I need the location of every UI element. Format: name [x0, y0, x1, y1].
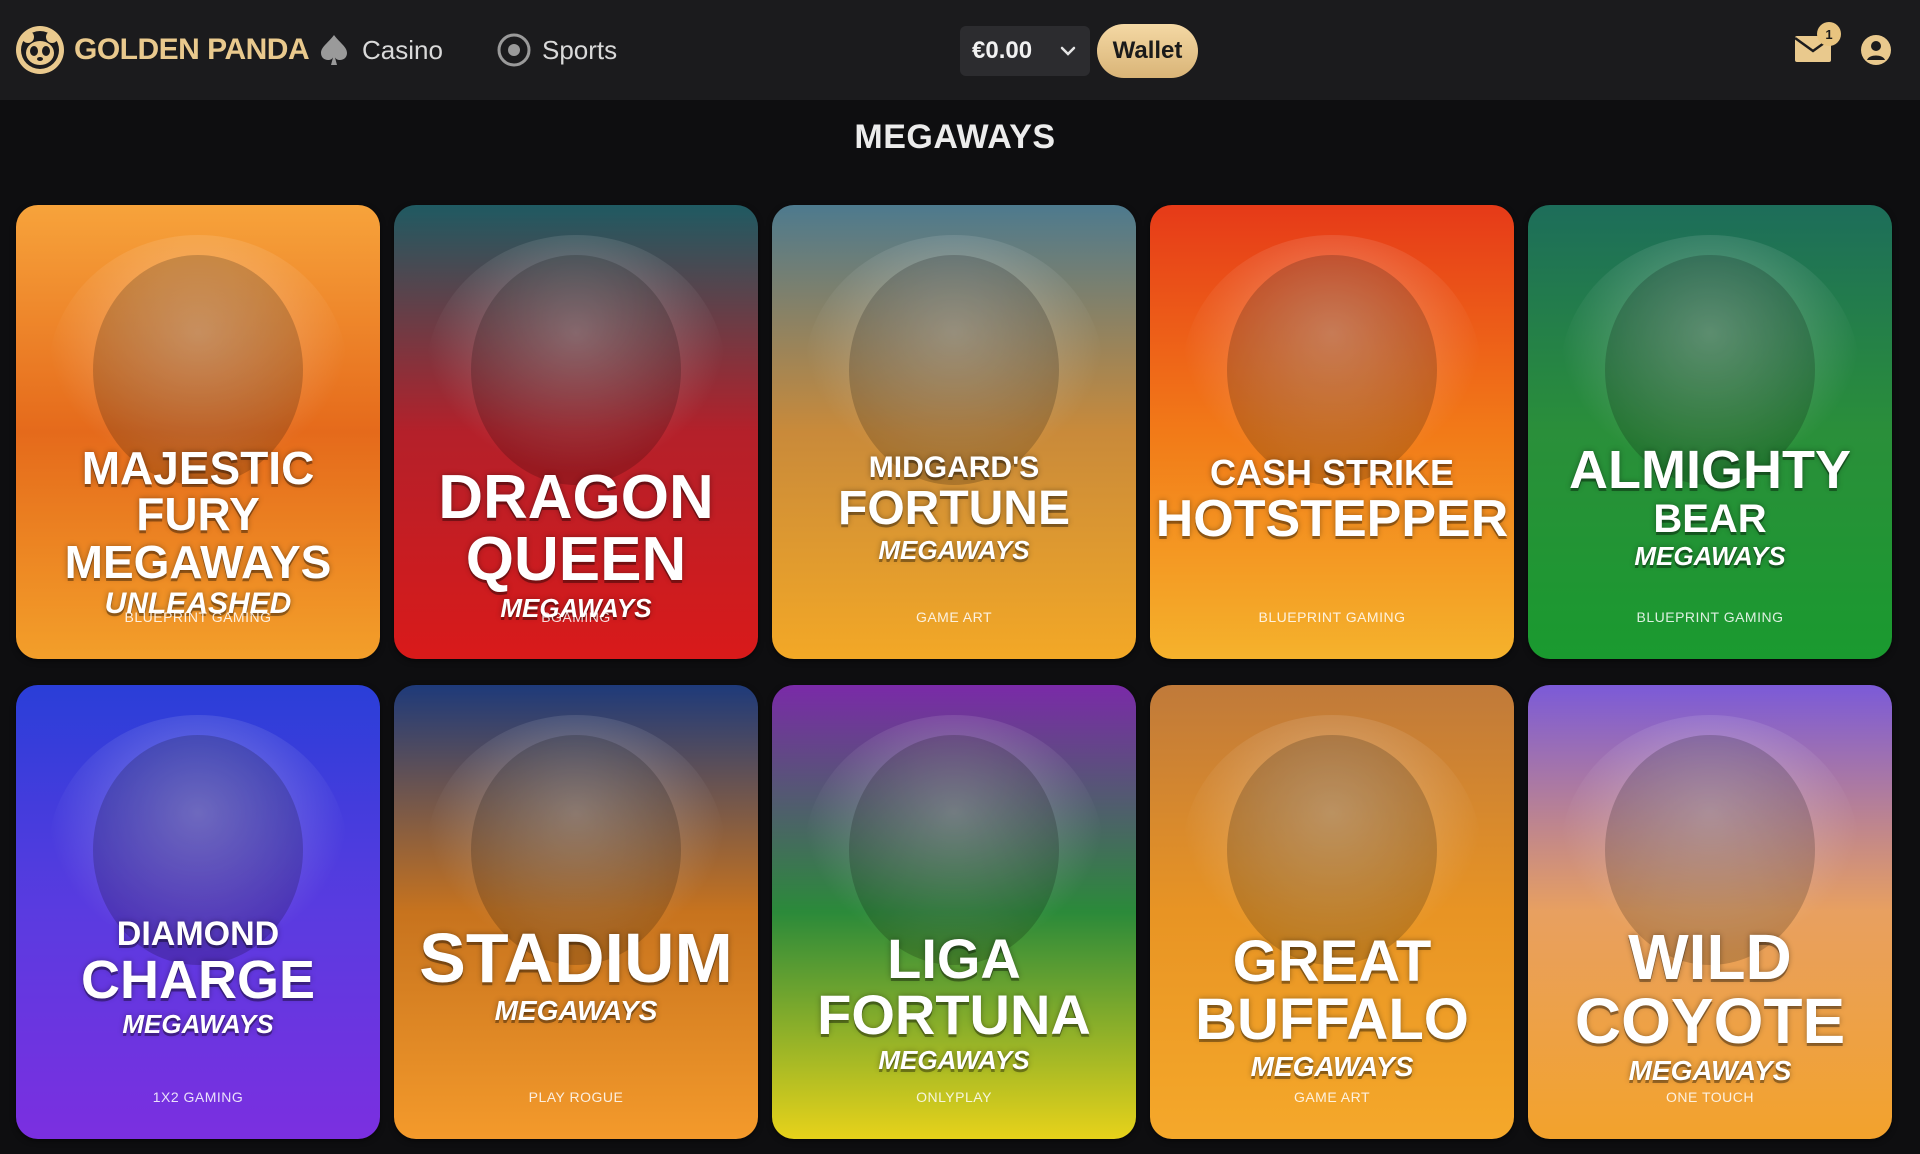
game-tile[interactable]: WILD COYOTE MEGAWAYS ONE TOUCH: [1528, 685, 1892, 1139]
game-title: MIDGARD'S: [868, 451, 1040, 484]
game-title-block: MAJESTIC FURY MEGAWAYS UNLEASHED: [16, 445, 380, 619]
game-thumbnail: [16, 685, 380, 1139]
nav-casino[interactable]: Casino: [316, 28, 443, 72]
game-title: ALMIGHTY: [1569, 440, 1851, 500]
game-subtitle: MEGAWAYS: [1634, 541, 1786, 571]
section-title: MEGAWAYS: [854, 118, 1056, 156]
game-title-block: DIAMOND CHARGE MEGAWAYS: [16, 917, 380, 1037]
game-subtitle: MEGAWAYS: [878, 1045, 1030, 1075]
game-subtitle: MEGAWAYS: [494, 995, 658, 1026]
game-provider: ONE TOUCH: [1666, 1089, 1754, 1105]
game-title-block: ALMIGHTY BEAR MEGAWAYS: [1528, 443, 1892, 569]
nav-casino-label: Casino: [362, 34, 443, 65]
game-thumbnail: [1528, 205, 1892, 659]
game-subtitle: MEGAWAYS: [1628, 1055, 1792, 1086]
game-provider: BLUEPRINT GAMING: [1636, 609, 1784, 625]
game-title-block: GREAT BUFFALO MEGAWAYS: [1150, 933, 1514, 1081]
game-grid: MAJESTIC FURY MEGAWAYS UNLEASHED BLUEPRINT …: [16, 205, 1892, 1139]
game-title: DIAMOND: [116, 915, 280, 953]
game-tile[interactable]: ALMIGHTY BEAR MEGAWAYS BLUEPRINT GAMING: [1528, 205, 1892, 659]
mail-button[interactable]: 1: [1793, 22, 1841, 66]
chevron-down-icon: [1060, 46, 1076, 56]
game-title-block: MIDGARD'S FORTUNE MEGAWAYS: [772, 451, 1136, 565]
game-title-block: STADIUM MEGAWAYS: [394, 923, 758, 1025]
game-provider: BLUEPRINT GAMING: [124, 609, 272, 625]
game-subtitle: MEGAWAYS: [878, 535, 1030, 565]
game-thumbnail: [394, 685, 758, 1139]
game-title: MAJESTIC FURY: [81, 442, 315, 540]
game-title-block: DRAGON QUEEN MEGAWAYS: [394, 463, 758, 622]
game-provider: GAME ART: [1293, 1089, 1371, 1105]
game-title: CASH STRIKE: [1209, 452, 1455, 493]
game-tile[interactable]: DRAGON QUEEN MEGAWAYS BGAMING: [394, 205, 758, 659]
game-title-block: LIGA FORTUNA MEGAWAYS: [772, 927, 1136, 1075]
game-title-line2: FORTUNE: [838, 482, 1070, 535]
game-title: STADIUM: [419, 919, 733, 997]
game-title: GREAT BUFFALO: [1195, 929, 1469, 1052]
user-icon[interactable]: [1860, 34, 1892, 66]
game-subtitle: MEGAWAYS: [1250, 1051, 1414, 1082]
balance-value: €0.00: [972, 37, 1033, 64]
game-title: DRAGON QUEEN: [438, 463, 714, 594]
logo[interactable]: GOLDEN PANDA: [14, 22, 310, 78]
game-tile[interactable]: GREAT BUFFALO MEGAWAYS GAME ART: [1150, 685, 1514, 1139]
mail-badge: 1: [1817, 22, 1841, 46]
game-tile[interactable]: MAJESTIC FURY MEGAWAYS UNLEASHED BLUEPRINT …: [16, 205, 380, 659]
game-title-block: CASH STRIKE HOTSTEPPER: [1150, 452, 1514, 548]
game-tile[interactable]: STADIUM MEGAWAYS PLAY ROGUE: [394, 685, 758, 1139]
game-tile[interactable]: LIGA FORTUNA MEGAWAYS ONLYPLAY: [772, 685, 1136, 1139]
game-title-block: WILD COYOTE MEGAWAYS: [1528, 925, 1892, 1085]
game-provider: BLUEPRINT GAMING: [1258, 609, 1406, 625]
game-provider: BGAMING: [541, 609, 611, 625]
game-provider: 1X2 GAMING: [152, 1089, 244, 1105]
top-bar: GOLDEN PANDA Casino Sports €0.00 Wallet …: [0, 0, 1920, 100]
spade-icon: [321, 35, 347, 65]
game-tile[interactable]: MIDGARD'S FORTUNE MEGAWAYS GAME ART: [772, 205, 1136, 659]
soccer-ball-icon: [497, 33, 531, 67]
game-title-line2: MEGAWAYS: [64, 536, 332, 588]
game-title-line2: CHARGE: [80, 950, 315, 1010]
game-title-line2: HOTSTEPPER: [1155, 490, 1509, 548]
game-subtitle: MEGAWAYS: [122, 1009, 274, 1039]
nav-sports-label: Sports: [542, 34, 618, 65]
game-tile[interactable]: DIAMOND CHARGE MEGAWAYS 1X2 GAMING: [16, 685, 380, 1139]
game-title-line2: BEAR: [1653, 497, 1767, 541]
game-title: WILD COYOTE: [1574, 921, 1846, 1057]
game-provider: PLAY ROGUE: [528, 1089, 624, 1105]
game-title: LIGA FORTUNA: [817, 927, 1091, 1046]
game-provider: ONLYPLAY: [916, 1089, 992, 1105]
game-thumbnail: [1150, 205, 1514, 659]
nav-sports[interactable]: Sports: [496, 28, 617, 72]
game-thumbnail: [772, 205, 1136, 659]
panda-logo-icon: [16, 26, 64, 74]
wallet-button[interactable]: Wallet: [1097, 24, 1198, 78]
logo-text: GOLDEN PANDA: [74, 33, 310, 66]
game-provider: GAME ART: [915, 609, 993, 625]
balance-selector[interactable]: €0.00: [960, 26, 1090, 76]
game-tile[interactable]: CASH STRIKE HOTSTEPPER BLUEPRINT GAMING: [1150, 205, 1514, 659]
